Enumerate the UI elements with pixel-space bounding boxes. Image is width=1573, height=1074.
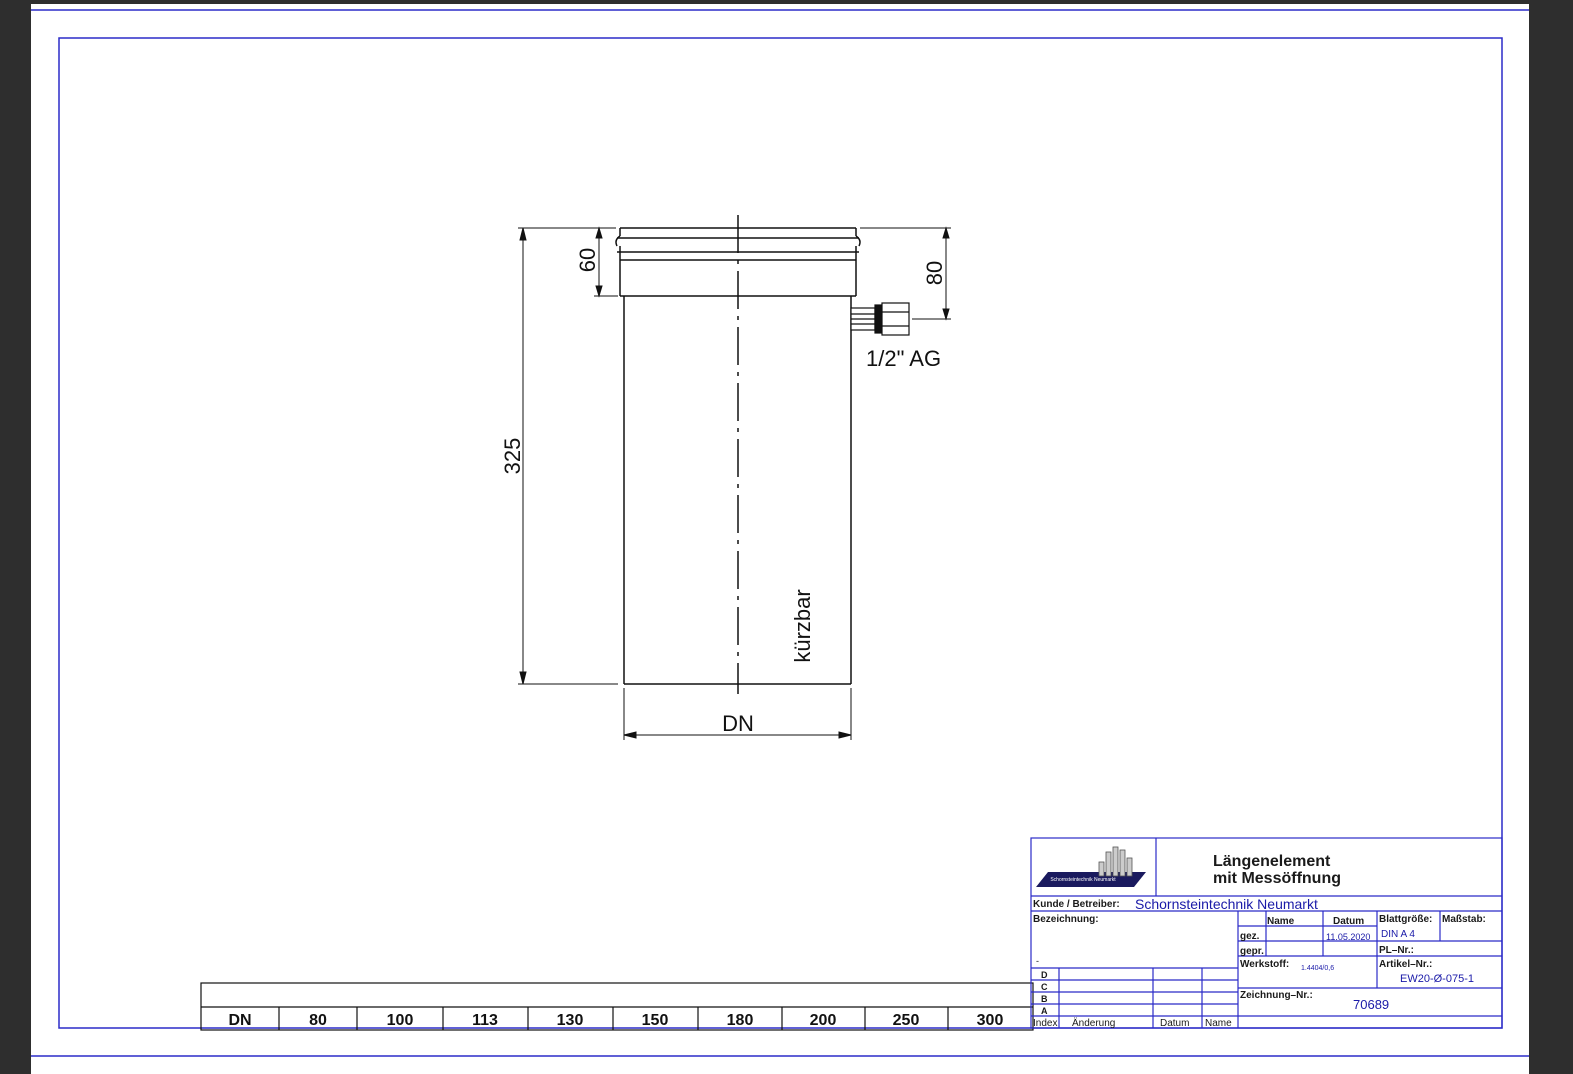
technical-drawing: 325 60 80 DN 1/2" AG kürzbar DN 80 100 1… — [31, 9, 1529, 1057]
arrow-top — [519, 227, 527, 241]
dn-cell: 130 — [557, 1012, 584, 1029]
revision-letter: D — [1041, 970, 1048, 980]
dim-dn-label: DN — [722, 711, 754, 736]
dn-cell: 180 — [727, 1012, 754, 1029]
material-label: Werkstoff: — [1240, 959, 1289, 970]
port-thread-label: 1/2" AG — [866, 346, 941, 371]
customer-label: Kunde / Betreiber: — [1033, 899, 1120, 910]
logo-text: Schornsteintechnik Neumarkt — [1050, 877, 1116, 883]
rev-change-header: Änderung — [1072, 1017, 1115, 1029]
title-line-2: mit Messöffnung — [1213, 870, 1341, 887]
arrow-dn-right — [838, 731, 852, 739]
title-block: Schornsteintechnik Neumarkt Längenelemen… — [1030, 837, 1503, 1029]
drawing-no-value: 70689 — [1353, 997, 1389, 1012]
dn-cell: 250 — [893, 1012, 920, 1029]
cuttable-note: kürzbar — [790, 589, 815, 662]
drawn-date: 11.05.2020 — [1326, 932, 1370, 942]
material-value: 1.4404/0,6 — [1301, 965, 1334, 972]
revision-letter: C — [1041, 982, 1048, 992]
port-ring — [874, 304, 883, 334]
arrow-dn-left — [623, 731, 637, 739]
dim-60-label: 60 — [575, 248, 600, 272]
company-logo: Schornsteintechnik Neumarkt — [1036, 846, 1146, 887]
rev-name-header: Name — [1205, 1018, 1232, 1029]
arrow-80-bottom — [942, 308, 950, 321]
dn-cell: 100 — [387, 1012, 414, 1029]
revision-letter: A — [1041, 1006, 1048, 1016]
measuring-port — [850, 302, 910, 336]
rev-date-header: Datum — [1160, 1018, 1189, 1029]
dn-cell: 150 — [642, 1012, 669, 1029]
dn-size-table: DN 80 100 113 130 150 180 200 250 300 — [200, 982, 1034, 1031]
pl-label: PL–Nr.: — [1379, 945, 1414, 956]
article-value: EW20-Ø-075-1 — [1400, 973, 1474, 985]
designation-value: - — [1036, 956, 1039, 966]
drawn-label: gez. — [1240, 931, 1260, 942]
sheet-size-label: Blattgröße: — [1379, 914, 1432, 925]
title-line-1: Längenelement — [1213, 853, 1331, 870]
checked-label: gepr. — [1240, 946, 1264, 957]
dn-cell: 300 — [977, 1012, 1004, 1029]
revision-letter: B — [1041, 994, 1048, 1004]
arrow-60-bottom — [595, 285, 603, 298]
arrow-bottom — [519, 671, 527, 685]
sheet-size-value: DIN A 4 — [1381, 929, 1415, 940]
scale-label: Maßstab: — [1442, 914, 1486, 925]
dim-325-label: 325 — [500, 438, 525, 475]
rev-index-header: Index — [1033, 1018, 1057, 1029]
col-name: Name — [1267, 916, 1295, 927]
dim-80-label: 80 — [922, 261, 947, 285]
dn-header: DN — [228, 1012, 251, 1029]
article-label: Artikel–Nr.: — [1379, 959, 1432, 970]
arrow-80-top — [942, 226, 950, 239]
col-date: Datum — [1333, 916, 1364, 927]
customer-value: Schornsteintechnik Neumarkt — [1135, 896, 1318, 912]
port-nut — [881, 302, 910, 336]
dn-cell: 80 — [309, 1012, 327, 1029]
designation-label: Bezeichnung: — [1033, 914, 1099, 925]
drawing-no-label: Zeichnung–Nr.: — [1240, 990, 1313, 1001]
dn-cell: 200 — [810, 1012, 837, 1029]
dn-cell: 113 — [472, 1012, 498, 1029]
arrow-60-top — [595, 226, 603, 239]
